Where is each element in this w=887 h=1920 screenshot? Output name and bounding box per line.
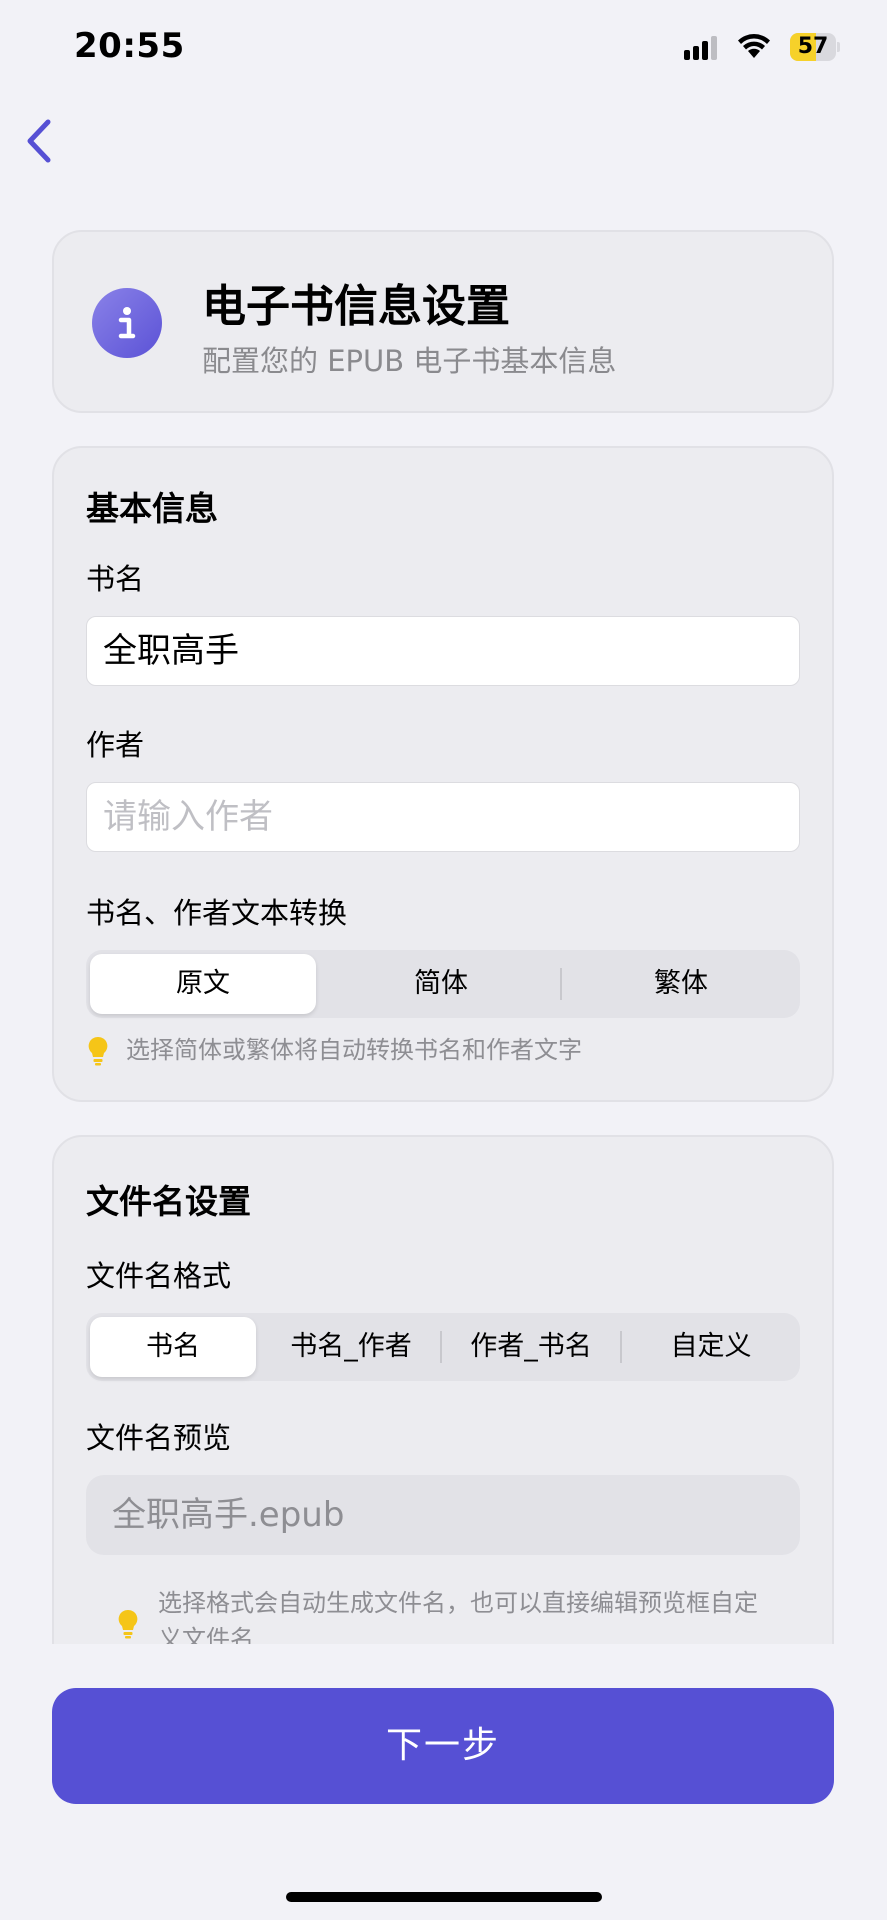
book-title-input[interactable]: 全职高手 [86, 616, 800, 686]
filename-preview-input[interactable]: 全职高手.epub [86, 1475, 800, 1555]
segment-author-title[interactable]: 作者_书名 [446, 1317, 616, 1377]
filename-format-label: 文件名格式 [86, 1259, 232, 1293]
header-card: 电子书信息设置 配置您的 EPUB 电子书基本信息 [52, 230, 834, 413]
author-label: 作者 [86, 728, 145, 762]
lightbulb-icon [88, 1036, 108, 1066]
segment-custom[interactable]: 自定义 [626, 1317, 796, 1377]
conversion-segmented-control: 原文 简体 繁体 [86, 950, 800, 1018]
segment-original[interactable]: 原文 [90, 954, 316, 1014]
book-title-label: 书名 [86, 562, 145, 596]
section-title-basic-info: 基本信息 [86, 489, 218, 528]
segment-traditional[interactable]: 繁体 [568, 954, 794, 1014]
basic-info-card: 基本信息 书名 全职高手 作者 请输入作者 书名、作者文本转换 原文 简体 繁体… [52, 446, 834, 1102]
conversion-label: 书名、作者文本转换 [86, 896, 348, 930]
info-icon [92, 288, 162, 358]
filename-format-segmented-control: 书名 书名_作者 作者_书名 自定义 [86, 1313, 800, 1381]
page-subtitle: 配置您的 EPUB 电子书基本信息 [202, 344, 617, 378]
filename-card: 文件名设置 文件名格式 书名 书名_作者 作者_书名 自定义 文件名预览 全职高… [52, 1135, 834, 1644]
segment-title-author[interactable]: 书名_作者 [266, 1317, 436, 1377]
scroll-content[interactable]: 电子书信息设置 配置您的 EPUB 电子书基本信息 基本信息 书名 全职高手 作… [0, 0, 887, 1644]
filename-hint: 选择格式会自动生成文件名，也可以直接编辑预览框自定义文件名 [158, 1589, 758, 1644]
section-title-filename: 文件名设置 [86, 1182, 251, 1221]
page-title: 电子书信息设置 [202, 281, 510, 332]
segment-simplified[interactable]: 简体 [328, 954, 554, 1014]
next-button[interactable]: 下一步 [52, 1688, 834, 1804]
home-indicator [286, 1892, 602, 1902]
lightbulb-icon [118, 1609, 138, 1639]
conversion-hint: 选择简体或繁体将自动转换书名和作者文字 [126, 1036, 582, 1064]
author-input[interactable]: 请输入作者 [86, 782, 800, 852]
segment-title[interactable]: 书名 [90, 1317, 256, 1377]
filename-preview-label: 文件名预览 [86, 1421, 232, 1455]
